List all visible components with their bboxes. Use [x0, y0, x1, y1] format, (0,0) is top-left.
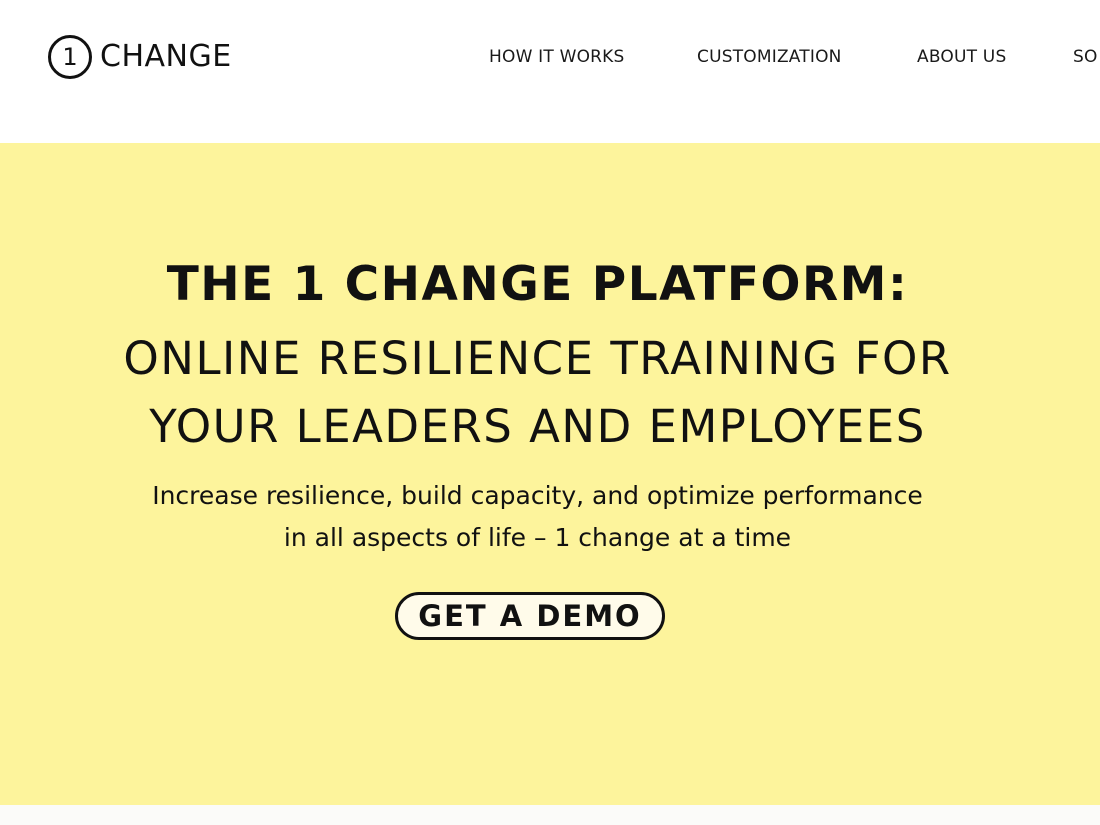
hero-description-line-2: in all aspects of life – 1 change at a t… [283, 523, 792, 552]
nav-item-truncated[interactable]: SO [1073, 44, 1098, 70]
nav-item-customization[interactable]: CUSTOMIZATION [697, 44, 842, 70]
hero-title: THE 1 CHANGE PLATFORM: [166, 257, 909, 312]
hero-section: THE 1 CHANGE PLATFORM: ONLINE RESILIENCE… [0, 143, 1100, 805]
nav-item-about-us[interactable]: ABOUT US [917, 44, 1006, 70]
nav-item-how-it-works[interactable]: HOW IT WORKS [489, 44, 625, 70]
hero-description: Increase resilience, build capacity, and… [0, 475, 1075, 559]
main-nav: HOW IT WORKS CUSTOMIZATION ABOUT US SO [0, 44, 1100, 70]
hero-description-line-1: Increase resilience, build capacity, and… [152, 481, 923, 510]
site-header: 1 CHANGE HOW IT WORKS CUSTOMIZATION ABOU… [0, 0, 1100, 143]
hero-subtitle: ONLINE RESILIENCE TRAINING FOR YOUR LEAD… [0, 325, 1075, 461]
hero-subtitle-line-2: YOUR LEADERS AND EMPLOYEES [149, 400, 926, 453]
get-a-demo-button[interactable]: GET A DEMO [395, 592, 665, 640]
next-section-edge [0, 805, 1100, 825]
hero-subtitle-line-1: ONLINE RESILIENCE TRAINING FOR [123, 332, 952, 385]
